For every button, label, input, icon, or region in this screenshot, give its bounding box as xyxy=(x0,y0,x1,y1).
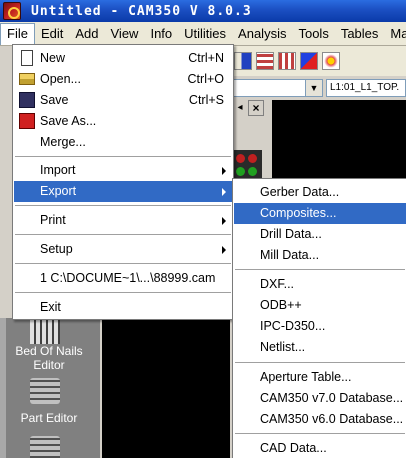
open-folder-icon xyxy=(19,73,35,85)
menu-analysis[interactable]: Analysis xyxy=(232,23,292,45)
menu-item-gerber-data[interactable]: Gerber Data... xyxy=(234,182,406,203)
menu-item-composites[interactable]: Composites... xyxy=(234,203,406,224)
menu-separator xyxy=(235,269,405,270)
panel-close-button[interactable]: × xyxy=(248,100,264,116)
menu-separator xyxy=(235,362,405,363)
bed-of-nails-icon[interactable] xyxy=(30,318,60,344)
menu-item-exit[interactable]: Exit xyxy=(14,297,232,318)
menu-separator xyxy=(15,156,231,157)
menu-item-cam350-v7-database[interactable]: CAM350 v7.0 Database... xyxy=(234,388,406,409)
menu-add[interactable]: Add xyxy=(69,23,104,45)
submenu-arrow-icon xyxy=(222,217,226,225)
menu-item-netlist[interactable]: Netlist... xyxy=(234,337,406,358)
layer-select[interactable]: L1:01_L1_TOP. xyxy=(326,79,406,97)
menu-bar: File Edit Add View Info Utilities Analys… xyxy=(0,22,406,46)
menu-item-open[interactable]: Open... Ctrl+O xyxy=(14,69,232,90)
menu-separator xyxy=(15,234,231,235)
menu-info[interactable]: Info xyxy=(144,23,178,45)
menu-separator xyxy=(15,292,231,293)
menu-file[interactable]: File xyxy=(0,22,35,45)
window-title: Untitled - CAM350 V 8.0.3 xyxy=(31,3,252,19)
app-logo-icon xyxy=(3,2,21,20)
layer-combo-left[interactable] xyxy=(232,79,306,97)
title-bar: Untitled - CAM350 V 8.0.3 xyxy=(0,0,406,22)
submenu-arrow-icon xyxy=(222,246,226,254)
menu-item-export[interactable]: Export xyxy=(14,181,232,202)
menu-item-dxf[interactable]: DXF... xyxy=(234,274,406,295)
toolbar-icon-1[interactable] xyxy=(234,52,252,70)
menu-tools[interactable]: Tools xyxy=(292,23,334,45)
menu-utilities[interactable]: Utilities xyxy=(178,23,232,45)
menu-item-odb[interactable]: ODB++ xyxy=(234,295,406,316)
menu-item-import[interactable]: Import xyxy=(14,160,232,181)
menu-item-new[interactable]: New Ctrl+N xyxy=(14,48,232,69)
part-editor-label[interactable]: Part Editor xyxy=(6,411,92,425)
menu-view[interactable]: View xyxy=(105,23,145,45)
menu-macro[interactable]: Mac xyxy=(384,23,406,45)
menu-item-print[interactable]: Print xyxy=(14,210,232,231)
menu-item-save[interactable]: Save Ctrl+S xyxy=(14,90,232,111)
grid-dots-icon[interactable] xyxy=(278,52,296,70)
bed-of-nails-editor-label[interactable]: Bed Of Nails Editor xyxy=(6,344,92,372)
menu-edit[interactable]: Edit xyxy=(35,23,69,45)
part-editor-icon[interactable] xyxy=(30,378,60,404)
status-lights-icon xyxy=(232,150,262,180)
menu-item-setup[interactable]: Setup xyxy=(14,239,232,260)
menu-item-cam350-v6-database[interactable]: CAM350 v6.0 Database... xyxy=(234,409,406,430)
drawing-canvas[interactable] xyxy=(272,100,406,180)
drawing-canvas-lower[interactable] xyxy=(102,318,230,458)
menu-separator xyxy=(235,433,405,434)
editor-tool-panel: Bed Of Nails Editor Part Editor xyxy=(0,318,100,458)
menu-item-recent-file[interactable]: 1 C:\DOCUME~1\...\88999.cam xyxy=(14,268,232,289)
menu-separator xyxy=(15,263,231,264)
tool-icon-3[interactable] xyxy=(30,436,60,458)
menu-item-mill-data[interactable]: Mill Data... xyxy=(234,245,406,266)
submenu-arrow-icon xyxy=(222,188,226,196)
toolbar xyxy=(230,46,406,76)
save-as-icon xyxy=(19,113,35,129)
export-submenu: Gerber Data... Composites... Drill Data.… xyxy=(232,178,406,458)
file-menu: New Ctrl+N Open... Ctrl+O Save Ctrl+S Sa… xyxy=(12,44,234,320)
menu-item-cad-data[interactable]: CAD Data... xyxy=(234,438,406,458)
menu-separator xyxy=(15,205,231,206)
new-file-icon xyxy=(21,50,33,66)
save-disk-icon xyxy=(19,92,35,108)
menu-item-save-as[interactable]: Save As... xyxy=(14,111,232,132)
grid-icon[interactable] xyxy=(256,52,274,70)
highlight-icon[interactable] xyxy=(322,52,340,70)
menu-item-aperture-table[interactable]: Aperture Table... xyxy=(234,367,406,388)
menu-item-ipc-d350[interactable]: IPC-D350... xyxy=(234,316,406,337)
layer-dropdown-arrow[interactable]: ▼ xyxy=(305,79,323,97)
menu-tables[interactable]: Tables xyxy=(335,23,385,45)
menu-item-drill-data[interactable]: Drill Data... xyxy=(234,224,406,245)
submenu-arrow-icon xyxy=(222,167,226,175)
layer-color-icon[interactable] xyxy=(300,52,318,70)
panel-pin-icon[interactable]: ◂ xyxy=(234,100,246,116)
menu-item-merge[interactable]: Merge... xyxy=(14,132,232,153)
